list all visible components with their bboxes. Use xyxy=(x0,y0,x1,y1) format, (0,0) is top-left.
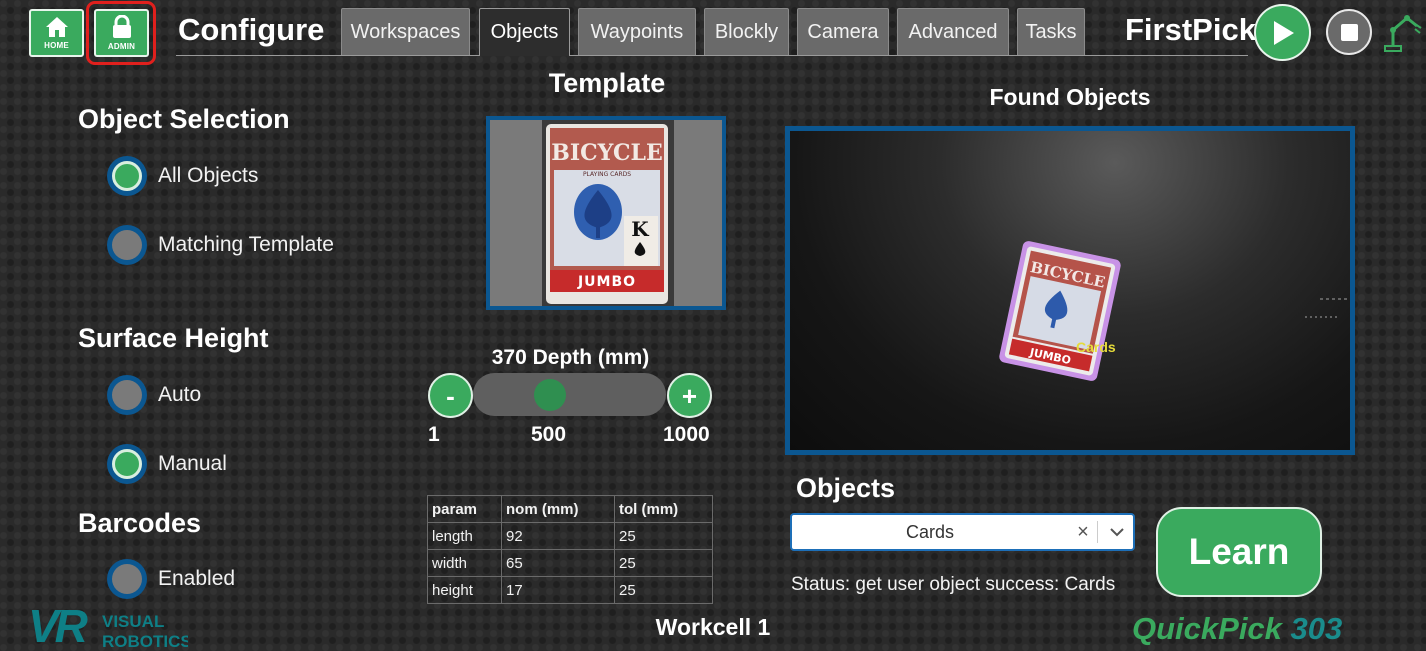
workcell-label: Workcell 1 xyxy=(655,614,771,640)
radio-indicator xyxy=(107,444,147,484)
product-name-b: 303 xyxy=(1281,611,1343,646)
radio-all-objects[interactable]: All Objects xyxy=(107,156,258,196)
home-button[interactable]: HOME xyxy=(29,9,84,57)
found-objects-picture: BICYCLE JUMBO Cards xyxy=(999,241,1350,381)
svg-text:VR: VR xyxy=(28,600,88,650)
stop-icon xyxy=(1340,23,1358,41)
objects-select-value: Cards xyxy=(905,521,954,542)
depth-max-label: 1000 xyxy=(663,423,710,446)
chevron-down-icon[interactable] xyxy=(1101,515,1133,549)
radio-label: Enabled xyxy=(158,567,236,590)
table-cell: 17 xyxy=(501,576,615,604)
tab-waypoints[interactable]: Waypoints xyxy=(578,8,696,55)
radio-label: Auto xyxy=(158,383,202,406)
radio-barcodes-enabled[interactable]: Enabled xyxy=(107,559,235,599)
template-card-size: JUMBO xyxy=(577,274,636,290)
table-header-row: param nom (mm) tol (mm) xyxy=(427,495,713,523)
tab-camera[interactable]: Camera xyxy=(797,8,889,55)
program-name: FirstPick xyxy=(1125,12,1256,47)
detection-label: Cards xyxy=(1076,339,1116,355)
radio-auto[interactable]: Auto xyxy=(107,375,201,415)
radio-indicator xyxy=(107,375,147,415)
template-image: BICYCLE PLAYING CARDS K JUMBO xyxy=(486,116,726,310)
table-cell: height xyxy=(427,576,502,604)
table-cell: width xyxy=(427,549,502,577)
depth-increase-button[interactable]: + xyxy=(667,373,712,418)
column-header: param xyxy=(427,495,502,523)
template-card-rank: K xyxy=(631,217,649,241)
play-button[interactable] xyxy=(1254,4,1311,61)
tabs-divider xyxy=(176,55,1248,56)
table-row: length 92 25 xyxy=(427,522,713,550)
table-cell: length xyxy=(427,522,502,550)
robot-arm-icon[interactable] xyxy=(1383,10,1423,52)
stop-button[interactable] xyxy=(1326,9,1372,55)
table-cell: 25 xyxy=(614,522,713,550)
depth-decrease-button[interactable]: - xyxy=(428,373,473,418)
depth-min-label: 1 xyxy=(428,423,440,446)
template-card-brand: BICYCLE xyxy=(551,140,662,166)
camera-view: BICYCLE JUMBO Cards xyxy=(785,126,1355,455)
depth-slider-thumb[interactable] xyxy=(534,379,567,411)
param-table: param nom (mm) tol (mm) length 92 25 wid… xyxy=(427,495,713,604)
tab-tasks[interactable]: Tasks xyxy=(1017,8,1085,55)
page-title: Configure xyxy=(178,12,325,47)
tab-advanced[interactable]: Advanced xyxy=(897,8,1009,55)
found-objects-title: Found Objects xyxy=(989,84,1151,110)
radio-label: Matching Template xyxy=(158,233,334,256)
product-name: QuickPick 303 xyxy=(1132,611,1342,647)
tab-blockly[interactable]: Blockly xyxy=(704,8,789,55)
svg-text:VISUAL: VISUAL xyxy=(102,612,164,631)
visual-robotics-logo: VR VISUAL ROBOTICS xyxy=(28,600,188,650)
table-cell: 65 xyxy=(501,549,615,577)
product-name-a: QuickPick xyxy=(1132,611,1282,646)
radio-manual[interactable]: Manual xyxy=(107,444,227,484)
table-row: height 17 25 xyxy=(427,576,713,604)
tab-objects[interactable]: Objects xyxy=(479,8,570,56)
admin-button[interactable]: ADMIN xyxy=(94,9,149,57)
lock-icon xyxy=(112,15,131,38)
depth-slider[interactable] xyxy=(473,373,666,416)
table-row: width 65 25 xyxy=(427,549,713,577)
tab-workspaces[interactable]: Workspaces xyxy=(341,8,470,55)
column-header: nom (mm) xyxy=(501,495,615,523)
barcodes-title: Barcodes xyxy=(78,508,202,538)
radio-indicator xyxy=(107,156,147,196)
radio-label: All Objects xyxy=(158,164,259,187)
objects-select[interactable]: Cards × xyxy=(790,513,1135,551)
svg-text:ROBOTICS: ROBOTICS xyxy=(102,632,188,650)
learn-button[interactable]: Learn xyxy=(1156,507,1322,597)
radio-label: Manual xyxy=(158,452,227,475)
radio-indicator xyxy=(107,559,147,599)
object-selection-title: Object Selection xyxy=(78,104,290,134)
template-card-subtitle: PLAYING CARDS xyxy=(583,171,631,178)
surface-height-title: Surface Height xyxy=(78,323,269,353)
template-title: Template xyxy=(548,68,666,98)
table-cell: 25 xyxy=(614,576,713,604)
radio-indicator xyxy=(107,225,147,265)
select-separator xyxy=(1097,521,1098,543)
column-header: tol (mm) xyxy=(614,495,713,523)
status-text: Status: get user object success: Cards xyxy=(791,574,1116,595)
template-card-picture: BICYCLE PLAYING CARDS K JUMBO xyxy=(542,120,674,306)
radio-matching-template[interactable]: Matching Template xyxy=(107,225,334,265)
depth-mid-label: 500 xyxy=(531,423,567,446)
table-cell: 92 xyxy=(501,522,615,550)
table-cell: 25 xyxy=(614,549,713,577)
home-icon xyxy=(45,17,68,37)
clear-icon[interactable]: × xyxy=(1072,515,1094,549)
objects-title: Objects xyxy=(796,473,896,503)
admin-label: ADMIN xyxy=(107,42,136,51)
home-label: HOME xyxy=(44,41,69,50)
depth-label: 370 Depth (mm) xyxy=(491,346,650,369)
play-icon xyxy=(1273,20,1294,45)
